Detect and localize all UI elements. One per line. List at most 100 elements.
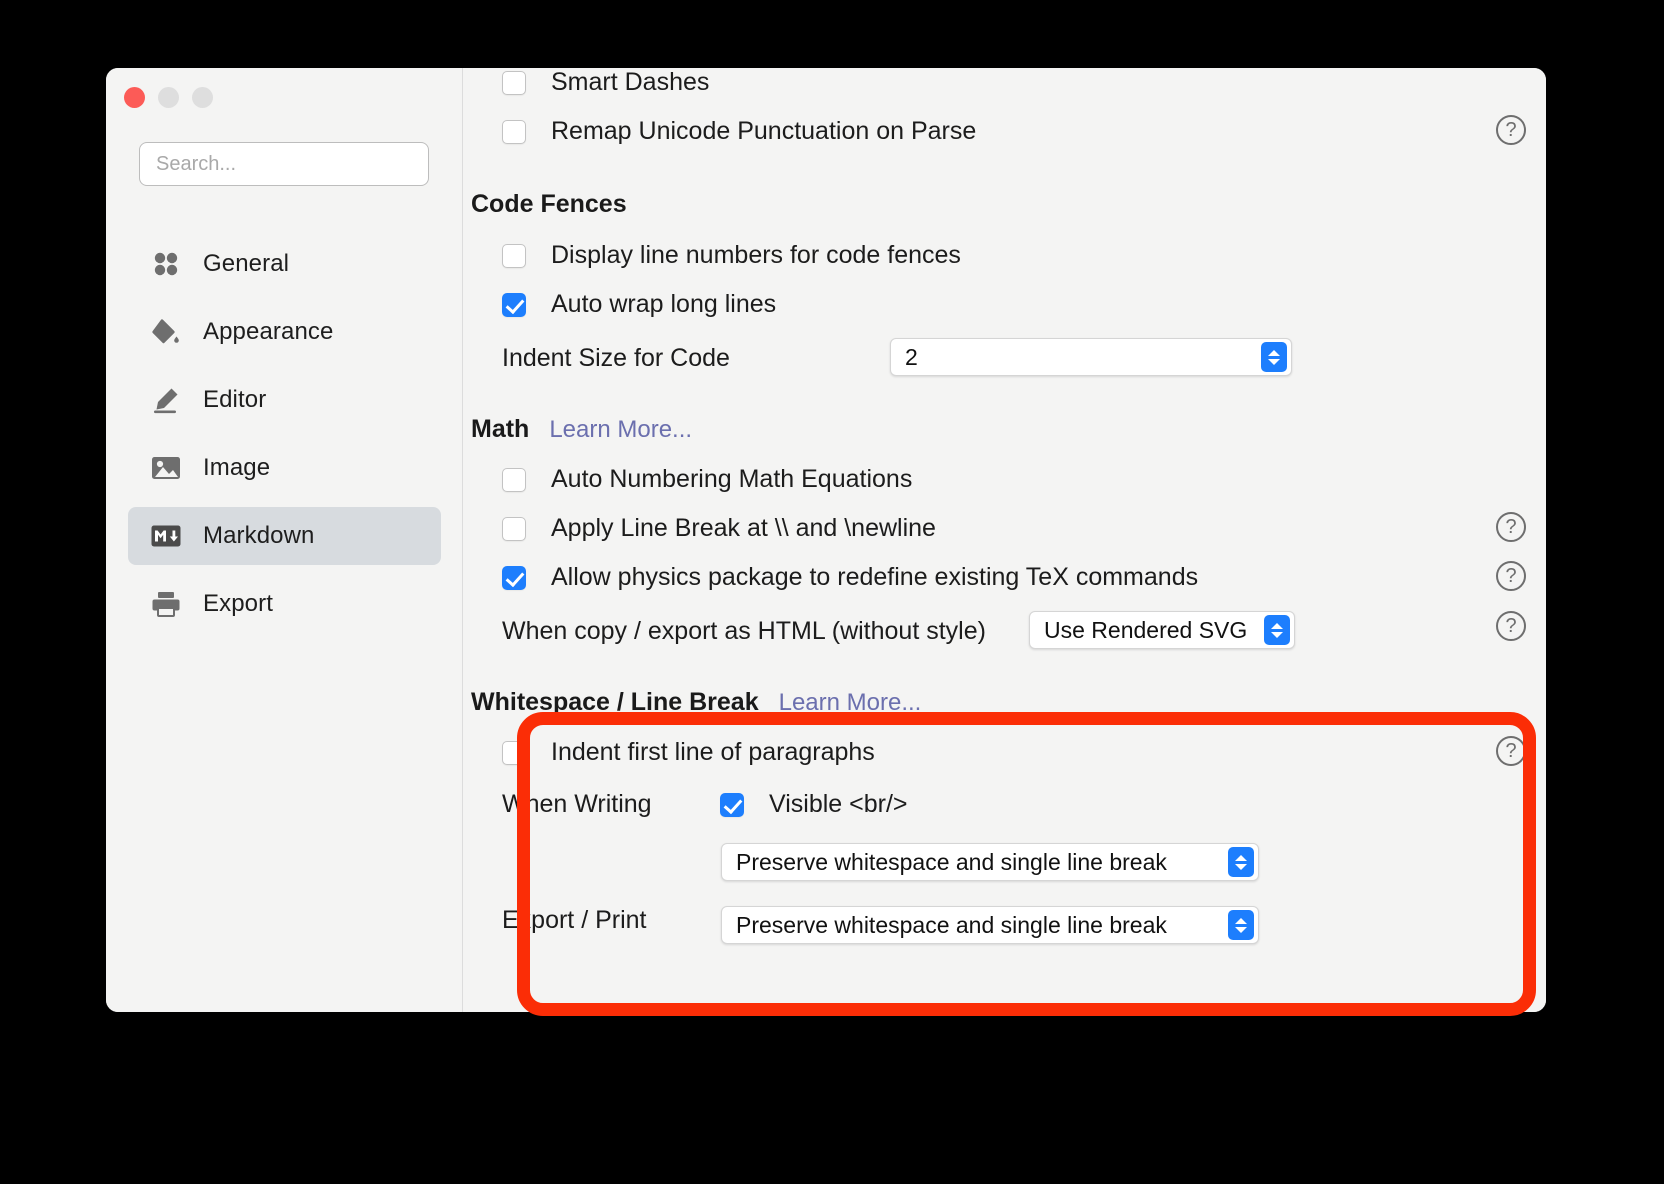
setting-label: Allow physics package to redefine existi… xyxy=(551,563,1198,592)
export-print-dropdown[interactable]: Preserve whitespace and single line brea… xyxy=(721,906,1259,944)
chevron-up-icon[interactable] xyxy=(1235,855,1247,861)
close-button[interactable] xyxy=(124,87,145,108)
four-dots-icon xyxy=(151,249,181,279)
sidebar-item-label: Editor xyxy=(203,386,266,414)
when-writing-label: When Writing xyxy=(502,790,652,819)
question-mark-icon[interactable]: ? xyxy=(1496,561,1526,591)
when-writing-label-row: When Writing xyxy=(502,790,652,819)
sidebar-item-label: Markdown xyxy=(203,522,315,550)
dropdown-chevrons[interactable] xyxy=(1264,615,1290,645)
setting-label: Auto wrap long lines xyxy=(551,290,776,319)
when-copy-export-html-label: When copy / export as HTML (without styl… xyxy=(502,617,986,646)
setting-label: Display line numbers for code fences xyxy=(551,241,961,270)
chevron-up-icon[interactable] xyxy=(1271,623,1283,629)
search-input[interactable] xyxy=(139,142,429,186)
math-heading: Math Learn More... xyxy=(471,415,692,444)
indent-size-label: Indent Size for Code xyxy=(502,344,730,373)
help-icon-html-export[interactable]: ? xyxy=(1496,611,1526,641)
setting-indent-first-line[interactable]: Indent first line of paragraphs xyxy=(502,738,875,767)
sidebar-item-markdown[interactable]: Markdown xyxy=(128,507,441,565)
question-mark-icon[interactable]: ? xyxy=(1496,512,1526,542)
markdown-icon xyxy=(151,521,181,551)
display-line-numbers-checkbox[interactable] xyxy=(502,244,526,268)
auto-wrap-long-lines-checkbox[interactable] xyxy=(502,293,526,317)
preferences-window: General Appearance xyxy=(106,68,1546,1012)
when-writing-value: Preserve whitespace and single line brea… xyxy=(736,849,1167,876)
settings-nav: General Appearance xyxy=(128,235,441,643)
sidebar-item-image[interactable]: Image xyxy=(128,439,441,497)
setting-label: Smart Dashes xyxy=(551,68,709,97)
question-mark-icon[interactable]: ? xyxy=(1496,736,1526,766)
chevron-up-icon[interactable] xyxy=(1235,918,1247,924)
stepper-buttons[interactable] xyxy=(1261,342,1287,372)
section-title: Code Fences xyxy=(471,190,627,219)
chevron-down-icon[interactable] xyxy=(1271,632,1283,638)
html-export-value: Use Rendered SVG xyxy=(1044,617,1247,644)
remap-unicode-punctuation-checkbox[interactable] xyxy=(502,120,526,144)
indent-first-line-checkbox[interactable] xyxy=(502,741,526,765)
picture-icon xyxy=(151,453,181,483)
setting-label: Apply Line Break at \\ and \newline xyxy=(551,514,936,543)
apply-line-break-checkbox[interactable] xyxy=(502,517,526,541)
question-mark-icon[interactable]: ? xyxy=(1496,115,1526,145)
setting-label: Remap Unicode Punctuation on Parse xyxy=(551,117,976,146)
help-icon-apply-line-break[interactable]: ? xyxy=(1496,512,1526,542)
help-icon-indent-first-line[interactable]: ? xyxy=(1496,736,1526,766)
setting-display-line-numbers[interactable]: Display line numbers for code fences xyxy=(502,241,961,270)
sidebar-item-label: General xyxy=(203,250,289,278)
help-icon-allow-physics[interactable]: ? xyxy=(1496,561,1526,591)
zoom-button[interactable] xyxy=(192,87,213,108)
pencil-icon xyxy=(151,385,181,415)
sidebar-item-editor[interactable]: Editor xyxy=(128,371,441,429)
whitespace-learn-more-link[interactable]: Learn More... xyxy=(779,689,922,717)
setting-allow-physics-package[interactable]: Allow physics package to redefine existi… xyxy=(502,563,1198,592)
export-print-label-row: Export / Print xyxy=(502,906,647,935)
setting-visible-br[interactable]: Visible <br/> xyxy=(720,790,908,819)
sidebar-item-appearance[interactable]: Appearance xyxy=(128,303,441,361)
dropdown-chevrons[interactable] xyxy=(1228,847,1254,877)
help-icon-remap-unicode[interactable]: ? xyxy=(1496,115,1526,145)
setting-auto-numbering-math[interactable]: Auto Numbering Math Equations xyxy=(502,465,912,494)
export-print-label: Export / Print xyxy=(502,906,647,935)
visible-br-checkbox[interactable] xyxy=(720,793,744,817)
sidebar: General Appearance xyxy=(106,68,463,1012)
smart-dashes-checkbox[interactable] xyxy=(502,71,526,95)
setting-smart-dashes[interactable]: Smart Dashes xyxy=(502,68,709,97)
html-export-label-row: When copy / export as HTML (without styl… xyxy=(502,617,986,646)
printer-icon xyxy=(151,589,181,619)
export-print-value: Preserve whitespace and single line brea… xyxy=(736,912,1167,939)
dropdown-chevrons[interactable] xyxy=(1228,910,1254,940)
minimize-button[interactable] xyxy=(158,87,179,108)
math-learn-more-link[interactable]: Learn More... xyxy=(549,416,692,444)
chevron-up-icon[interactable] xyxy=(1268,350,1280,356)
when-writing-dropdown[interactable]: Preserve whitespace and single line brea… xyxy=(721,843,1259,881)
section-title: Whitespace / Line Break xyxy=(471,688,759,717)
question-mark-icon[interactable]: ? xyxy=(1496,611,1526,641)
search-field-wrapper xyxy=(139,142,429,186)
allow-physics-package-checkbox[interactable] xyxy=(502,566,526,590)
chevron-down-icon[interactable] xyxy=(1268,359,1280,365)
indent-size-stepper[interactable]: 2 xyxy=(890,338,1292,376)
sidebar-item-general[interactable]: General xyxy=(128,235,441,293)
setting-apply-line-break[interactable]: Apply Line Break at \\ and \newline xyxy=(502,514,936,543)
section-title: Math xyxy=(471,415,529,444)
window-controls xyxy=(124,87,213,108)
setting-label: Visible <br/> xyxy=(769,790,908,819)
html-export-dropdown[interactable]: Use Rendered SVG xyxy=(1029,611,1295,649)
setting-label: Auto Numbering Math Equations xyxy=(551,465,912,494)
indent-size-value: 2 xyxy=(905,344,918,371)
code-fences-heading: Code Fences xyxy=(471,190,627,219)
indent-size-label-row: Indent Size for Code xyxy=(502,344,730,373)
sidebar-item-label: Export xyxy=(203,590,273,618)
sidebar-item-export[interactable]: Export xyxy=(128,575,441,633)
markdown-settings-panel: Smart Dashes Remap Unicode Punctuation o… xyxy=(463,68,1546,1012)
setting-auto-wrap-long-lines[interactable]: Auto wrap long lines xyxy=(502,290,776,319)
sidebar-item-label: Appearance xyxy=(203,318,333,346)
chevron-down-icon[interactable] xyxy=(1235,927,1247,933)
paint-bucket-icon xyxy=(151,317,181,347)
auto-numbering-math-checkbox[interactable] xyxy=(502,468,526,492)
setting-remap-unicode-punctuation[interactable]: Remap Unicode Punctuation on Parse xyxy=(502,117,976,146)
screen: General Appearance xyxy=(0,0,1664,1184)
sidebar-item-label: Image xyxy=(203,454,270,482)
chevron-down-icon[interactable] xyxy=(1235,864,1247,870)
